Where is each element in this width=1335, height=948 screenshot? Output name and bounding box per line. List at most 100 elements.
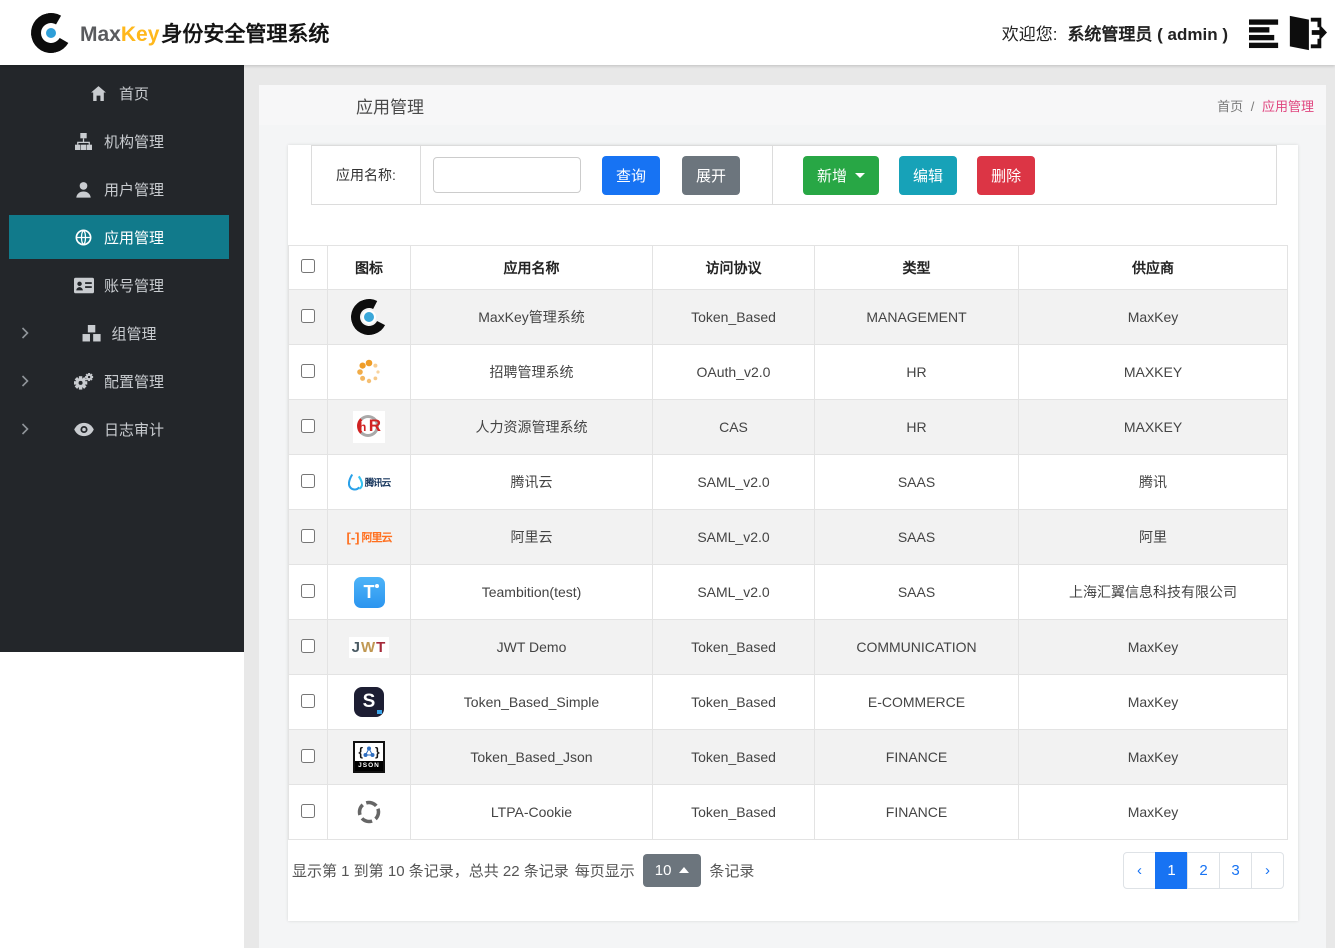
globe-icon	[74, 229, 94, 246]
breadcrumb-current: 应用管理	[1261, 98, 1314, 114]
sidebar-item-account[interactable]: 账号管理	[9, 263, 229, 307]
content-area: 应用管理 首页 / 应用管理 应用名称: 查询 展开 新增 编辑 删除 图标 应…	[259, 85, 1326, 948]
sidebar-item-label: 日志审计	[103, 421, 164, 439]
column-header-protocol: 访问协议	[652, 245, 815, 290]
sidebar-item-label: 账号管理	[103, 277, 164, 295]
row-checkbox-cell	[288, 454, 328, 510]
page-size-dropdown[interactable]: 10	[642, 853, 702, 887]
type-cell: SAAS	[814, 509, 1019, 565]
table-row[interactable]: J W T JWT Demo Token_Based COMMUNICATION MaxKe…	[288, 619, 1288, 675]
pagination-page-3[interactable]: 3	[1219, 851, 1252, 889]
app-table-body: MaxKey管理系统 Token_Based MANAGEMENT MaxKey 招聘管…	[288, 289, 1288, 840]
sidebar-item-app[interactable]: 应用管理	[9, 215, 229, 259]
app-icon-cell	[327, 344, 411, 400]
sitemap-icon	[74, 132, 94, 150]
pagination-page-1[interactable]: 1	[1155, 851, 1188, 889]
sidebar-item-label: 机构管理	[103, 133, 164, 151]
add-button-label: 新增	[817, 167, 848, 185]
edit-button[interactable]: 编辑	[899, 155, 958, 195]
breadcrumb-separator: /	[1250, 98, 1255, 114]
row-checkbox[interactable]	[301, 308, 315, 323]
brand-logo[interactable]: MaxKey身份安全管理系统	[0, 12, 329, 54]
table-row[interactable]: T Teambition(test) SAML_v2.0 SAAS 上海汇翼信息科技有限…	[288, 564, 1288, 620]
row-checkbox[interactable]	[301, 803, 315, 818]
row-checkbox-cell	[288, 674, 328, 730]
protocol-cell: Token_Based	[652, 619, 815, 675]
toolbar-divider	[772, 146, 774, 204]
pagination-page-2[interactable]: 2	[1187, 851, 1220, 889]
sidebar-item-label: 用户管理	[103, 181, 164, 199]
table-row[interactable]: 腾讯云 腾讯云 SAML_v2.0 SAAS 腾讯	[288, 454, 1288, 510]
aliyun-app-icon: [-] 阿里云	[346, 529, 393, 545]
add-button[interactable]: 新增	[803, 155, 880, 195]
pagination-prev[interactable]: ‹	[1123, 851, 1156, 889]
protocol-cell: OAuth_v2.0	[652, 344, 815, 400]
protocol-cell: CAS	[652, 399, 815, 455]
query-button[interactable]: 查询	[602, 155, 661, 195]
row-checkbox[interactable]	[301, 638, 315, 653]
app-name-cell: Token_Based_Json	[410, 729, 653, 785]
current-user: 系统管理员 ( admin )	[1067, 25, 1228, 44]
search-toolbar: 应用名称: 查询 展开 新增 编辑 删除	[311, 145, 1277, 205]
sidebar-item-label: 应用管理	[103, 229, 164, 247]
app-name-cell: 人力资源管理系统	[410, 399, 653, 455]
table-row[interactable]: LTPA-Cookie Token_Based FINANCE MaxKey	[288, 784, 1288, 840]
list-icon[interactable]	[1249, 17, 1282, 49]
app-name-cell: Teambition(test)	[410, 564, 653, 620]
page-size-label: 每页显示	[574, 862, 635, 880]
row-checkbox-cell	[288, 344, 328, 400]
row-checkbox[interactable]	[301, 528, 315, 543]
sidebar-item-home[interactable]: 首页	[9, 71, 229, 115]
header-right: 欢迎您: 系统管理员 ( admin )	[1002, 15, 1335, 51]
brand-core-dot	[46, 27, 56, 38]
welcome-label: 欢迎您:	[1001, 25, 1058, 44]
sidebar-item-audit[interactable]: 日志审计	[9, 407, 229, 451]
sidebar-item-config[interactable]: 配置管理	[9, 359, 229, 403]
sidebar-item-group[interactable]: 组管理	[9, 311, 229, 355]
row-checkbox-cell	[288, 564, 328, 620]
pagination-summary: 显示第 1 到第 10 条记录，总共 22 条记录 每页显示 10 条记录	[292, 853, 754, 887]
table-row[interactable]: h R 人力资源管理系统 CAS HR MAXKEY	[288, 399, 1288, 455]
vendor-cell: MaxKey	[1018, 784, 1288, 840]
row-checkbox-cell	[288, 619, 328, 675]
table-row[interactable]: MaxKey管理系统 Token_Based MANAGEMENT MaxKey	[288, 289, 1288, 345]
select-all-checkbox[interactable]	[301, 259, 315, 273]
row-checkbox[interactable]	[301, 363, 315, 378]
app-name-input[interactable]	[433, 157, 581, 193]
page-header: 应用管理 首页 / 应用管理	[259, 85, 1326, 125]
table-header-row: 图标 应用名称 访问协议 类型 供应商	[288, 245, 1288, 290]
expand-button[interactable]: 展开	[682, 155, 741, 195]
page-size-value: 10	[654, 861, 672, 879]
row-checkbox[interactable]	[301, 473, 315, 488]
row-checkbox[interactable]	[301, 418, 315, 433]
type-cell: COMMUNICATION	[814, 619, 1019, 675]
row-checkbox[interactable]	[301, 693, 315, 708]
pagination-next[interactable]: ›	[1251, 851, 1284, 889]
table-row[interactable]: {} JSON Token_Based_Json Token_Based FINANCE…	[288, 729, 1288, 785]
table-row[interactable]: 招聘管理系统 OAuth_v2.0 HR MAXKEY	[288, 344, 1288, 400]
breadcrumb-home-link[interactable]: 首页	[1217, 99, 1243, 114]
breadcrumb: 首页 / 应用管理	[1217, 96, 1314, 115]
protocol-cell: Token_Based	[652, 784, 815, 840]
sidebar-item-user[interactable]: 用户管理	[9, 167, 229, 211]
logout-icon[interactable]	[1287, 15, 1327, 51]
column-header-icon: 图标	[327, 245, 411, 290]
top-header: MaxKey身份安全管理系统 欢迎您: 系统管理员 ( admin )	[0, 0, 1335, 65]
gears-icon	[74, 372, 94, 390]
app-name-cell: 招聘管理系统	[410, 344, 653, 400]
protocol-cell: Token_Based	[652, 289, 815, 345]
maxkey-app-icon	[351, 299, 387, 335]
vendor-cell: MaxKey	[1018, 289, 1288, 345]
brand-text-key: Key	[120, 22, 160, 46]
table-row[interactable]: S Token_Based_Simple Token_Based E-COMMERCE…	[288, 674, 1288, 730]
page-title: 应用管理	[356, 97, 424, 117]
row-checkbox[interactable]	[301, 583, 315, 598]
table-row[interactable]: [-] 阿里云 阿里云 SAML_v2.0 SAAS 阿里	[288, 509, 1288, 565]
sidebar-item-org[interactable]: 机构管理	[9, 119, 229, 163]
records-summary: 显示第 1 到第 10 条记录，总共 22 条记录	[292, 862, 569, 880]
row-checkbox[interactable]	[301, 748, 315, 763]
protocol-cell: SAML_v2.0	[652, 564, 815, 620]
app-icon-cell: 腾讯云	[327, 454, 411, 510]
type-cell: HR	[814, 344, 1019, 400]
delete-button[interactable]: 删除	[977, 155, 1036, 195]
